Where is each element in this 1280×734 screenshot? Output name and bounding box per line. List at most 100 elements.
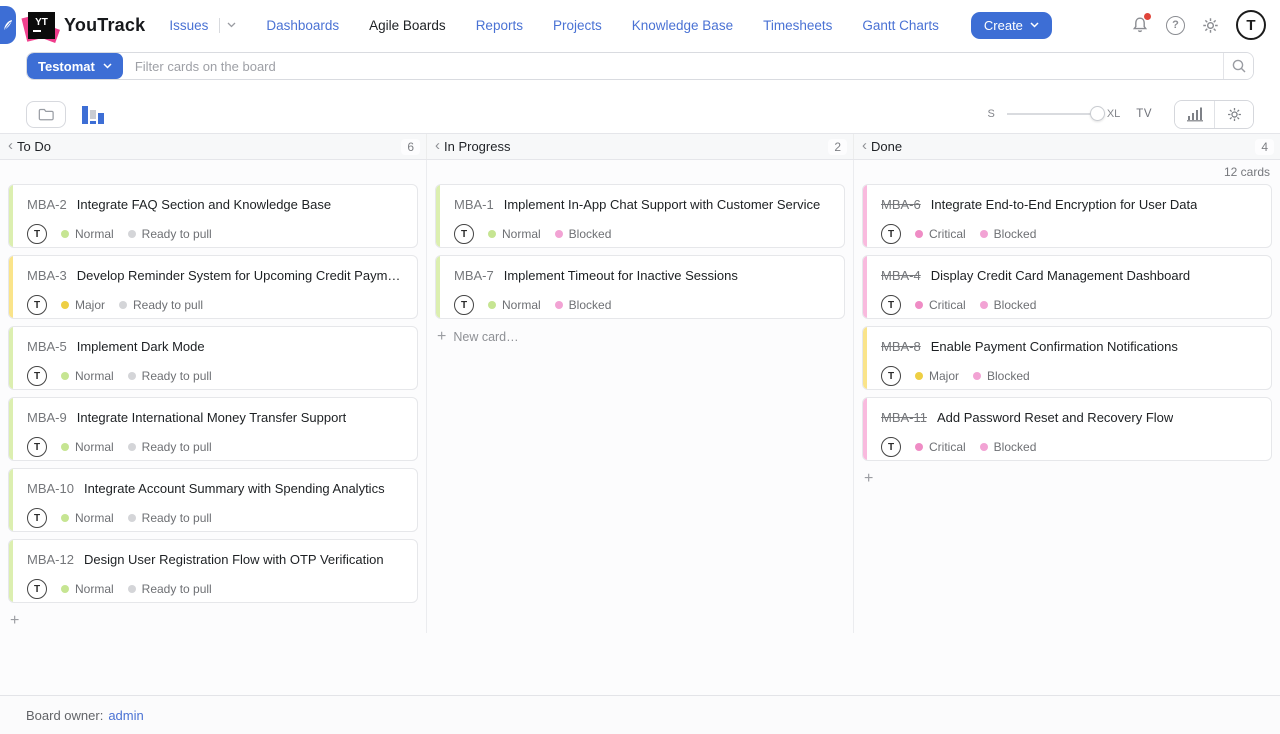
priority-dot-icon (915, 443, 923, 451)
nav-item-agile-boards[interactable]: Agile Boards (369, 18, 446, 33)
nav-item-issues[interactable]: Issues (169, 18, 236, 33)
issue-card[interactable]: MBA-12 Design User Registration Flow wit… (8, 539, 418, 603)
card-list: MBA-2 Integrate FAQ Section and Knowledg… (8, 184, 418, 603)
issue-card[interactable]: MBA-2 Integrate FAQ Section and Knowledg… (8, 184, 418, 248)
priority-badge: Major (915, 369, 959, 383)
issue-card[interactable]: MBA-10 Integrate Account Summary with Sp… (8, 468, 418, 532)
nav-item-projects[interactable]: Projects (553, 18, 602, 33)
board-chart-button[interactable] (1175, 101, 1214, 128)
assignee-avatar[interactable]: T (881, 295, 901, 315)
issue-card[interactable]: MBA-3 Develop Reminder System for Upcomi… (8, 255, 418, 319)
issue-card[interactable]: MBA-11 Add Password Reset and Recovery F… (862, 397, 1272, 461)
assignee-avatar[interactable]: T (27, 579, 47, 599)
new-card-button[interactable]: + (8, 610, 28, 632)
issue-title: Integrate Account Summary with Spending … (84, 481, 385, 496)
issue-card[interactable]: MBA-5 Implement Dark Mode T Normal Ready… (8, 326, 418, 390)
state-badge: Ready to pull (128, 511, 212, 525)
collapse-column-icon[interactable]: ‹ (8, 138, 17, 155)
issue-id: MBA-6 (881, 197, 921, 212)
card-header: MBA-1 Implement In-App Chat Support with… (454, 197, 832, 212)
nav-item-dashboards[interactable]: Dashboards (266, 18, 339, 33)
assignee-avatar[interactable]: T (881, 366, 901, 386)
user-avatar[interactable]: T (1236, 10, 1266, 40)
project-selector-button[interactable]: Testomat (27, 53, 123, 79)
issue-title: Integrate International Money Transfer S… (77, 410, 347, 425)
issue-title: Integrate FAQ Section and Knowledge Base (77, 197, 331, 212)
column-meta-label (435, 160, 845, 184)
filter-input[interactable] (123, 53, 1223, 79)
nav-item-label: Issues (169, 18, 208, 33)
state-dot-icon (119, 301, 127, 309)
search-icon (1231, 58, 1247, 74)
assignee-avatar[interactable]: T (27, 508, 47, 528)
chevron-down-icon (1030, 22, 1039, 28)
card-header: MBA-4 Display Credit Card Management Das… (881, 268, 1259, 283)
issue-card[interactable]: MBA-4 Display Credit Card Management Das… (862, 255, 1272, 319)
column-title: Done (871, 139, 902, 154)
issue-card[interactable]: MBA-9 Integrate International Money Tran… (8, 397, 418, 461)
card-header: MBA-3 Develop Reminder System for Upcomi… (27, 268, 405, 283)
state-dot-icon (555, 230, 563, 238)
assignee-avatar[interactable]: T (881, 224, 901, 244)
chevron-down-icon[interactable] (227, 22, 236, 28)
settings-button[interactable] (1201, 16, 1220, 35)
state-badge: Ready to pull (119, 298, 203, 312)
issue-id: MBA-3 (27, 268, 67, 283)
card-size-slider[interactable] (1007, 113, 1097, 115)
state-badge: Ready to pull (128, 440, 212, 454)
slider-handle[interactable] (1090, 106, 1105, 121)
nav-item-gantt-charts[interactable]: Gantt Charts (862, 18, 939, 33)
youtrack-logo[interactable]: YT YouTrack (28, 12, 145, 39)
state-label: Ready to pull (142, 440, 212, 454)
state-label: Blocked (987, 369, 1030, 383)
board-owner-link[interactable]: admin (108, 708, 143, 723)
avatar-letter: T (1236, 10, 1266, 40)
card-footer: T Normal Ready to pull (27, 579, 405, 599)
priority-label: Major (929, 369, 959, 383)
search-button[interactable] (1223, 53, 1253, 79)
priority-dot-icon (488, 230, 496, 238)
state-label: Blocked (569, 298, 612, 312)
state-badge: Blocked (980, 227, 1037, 241)
assignee-avatar[interactable]: T (881, 437, 901, 457)
column-meta-label: 12 cards (862, 160, 1272, 184)
state-dot-icon (973, 372, 981, 380)
notifications-button[interactable] (1130, 15, 1150, 35)
sidebar-toggle-button[interactable] (0, 6, 16, 44)
card-header: MBA-8 Enable Payment Confirmation Notifi… (881, 339, 1259, 354)
card-footer: T Critical Blocked (881, 295, 1259, 315)
issue-card[interactable]: MBA-6 Integrate End-to-End Encryption fo… (862, 184, 1272, 248)
priority-badge: Critical (915, 440, 966, 454)
assignee-avatar[interactable]: T (27, 295, 47, 315)
create-button[interactable]: Create (971, 12, 1052, 39)
issue-card[interactable]: MBA-1 Implement In-App Chat Support with… (435, 184, 845, 248)
state-badge: Blocked (973, 369, 1030, 383)
assignee-avatar[interactable]: T (454, 295, 474, 315)
collapse-column-icon[interactable]: ‹ (862, 138, 871, 155)
youtrack-wordmark: YouTrack (64, 15, 145, 36)
state-dot-icon (980, 443, 988, 451)
nav-item-timesheets[interactable]: Timesheets (763, 18, 832, 33)
help-button[interactable]: ? (1166, 16, 1185, 35)
card-footer: T Major Ready to pull (27, 295, 405, 315)
card-footer: T Critical Blocked (881, 224, 1259, 244)
assignee-avatar[interactable]: T (27, 437, 47, 457)
issue-card[interactable]: MBA-8 Enable Payment Confirmation Notifi… (862, 326, 1272, 390)
nav-item-reports[interactable]: Reports (476, 18, 523, 33)
tv-mode-button[interactable]: TV (1136, 108, 1152, 120)
backlog-button[interactable] (26, 101, 66, 128)
assignee-avatar[interactable]: T (27, 224, 47, 244)
state-badge: Blocked (555, 298, 612, 312)
issue-card[interactable]: MBA-7 Implement Timeout for Inactive Ses… (435, 255, 845, 319)
assignee-avatar[interactable]: T (27, 366, 47, 386)
board-settings-button[interactable] (1214, 101, 1253, 128)
notification-badge (1144, 13, 1151, 20)
priority-label: Normal (502, 298, 541, 312)
assignee-avatar[interactable]: T (454, 224, 474, 244)
new-card-button[interactable]: + (862, 468, 882, 490)
chart-view-toggle[interactable] (82, 104, 105, 125)
collapse-column-icon[interactable]: ‹ (435, 138, 444, 155)
new-card-button[interactable]: + New card… (435, 326, 521, 348)
issue-title: Develop Reminder System for Upcoming Cre… (77, 268, 405, 283)
nav-item-knowledge-base[interactable]: Knowledge Base (632, 18, 733, 33)
